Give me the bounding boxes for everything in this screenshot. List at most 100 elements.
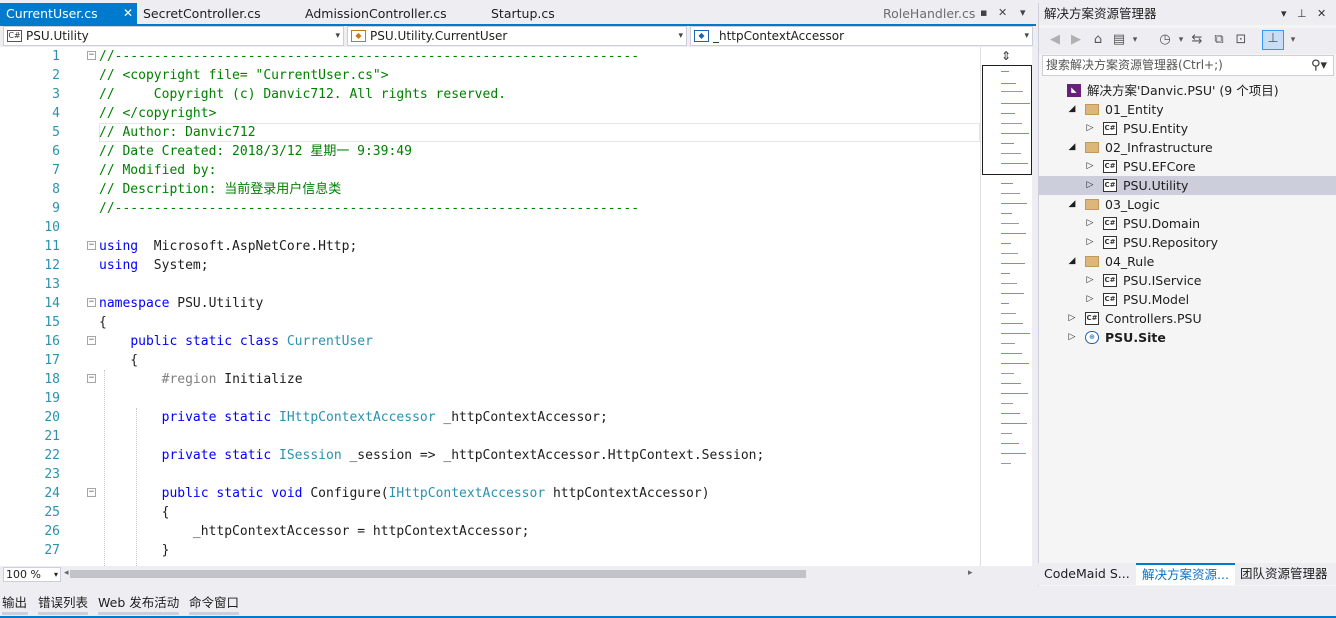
code-line[interactable]: 15 { <box>0 313 980 332</box>
code-line[interactable]: 27 } <box>0 541 980 560</box>
switch-views-icon[interactable]: ▤ <box>1111 32 1127 48</box>
chevron-down-icon[interactable]: ▾ <box>1285 32 1301 48</box>
code-line[interactable]: 18 − #region Initialize <box>0 370 980 389</box>
code-line[interactable]: 7 // Modified by: <box>0 161 980 180</box>
code-line[interactable]: 23 <box>0 465 980 484</box>
expand-icon[interactable]: ▷ <box>1085 157 1095 176</box>
pin-icon[interactable]: ▪ <box>980 6 987 19</box>
expand-icon[interactable]: ▷ <box>1085 214 1095 233</box>
collapse-region-icon[interactable]: − <box>87 241 96 250</box>
show-all-files-icon[interactable]: ⊡ <box>1233 32 1249 48</box>
expand-icon[interactable]: ▷ <box>1067 309 1077 328</box>
tree-node[interactable]: ▷ C# PSU.Model <box>1039 290 1336 309</box>
tab-team-explorer[interactable]: 团队资源管理器 <box>1234 563 1334 585</box>
project-dropdown[interactable]: C# PSU.Utility ▾ <box>3 26 344 46</box>
member-dropdown[interactable]: ◆ _httpContextAccessor ▾ <box>690 26 1033 46</box>
code-line[interactable]: 17 { <box>0 351 980 370</box>
zoom-dropdown[interactable]: 100 % ▾ <box>3 567 61 582</box>
tree-node[interactable]: ▷ C# Controllers.PSU <box>1039 309 1336 328</box>
collapse-icon[interactable]: ◢ <box>1067 100 1077 119</box>
tree-node[interactable]: ▷ C# PSU.Domain <box>1039 214 1336 233</box>
code-line[interactable]: 2 // <copyright file= "CurrentUser.cs"> <box>0 66 980 85</box>
chevron-down-icon[interactable]: ▾ <box>1127 32 1143 48</box>
tree-node[interactable]: ▷ ⊕ PSU.Site <box>1039 328 1336 347</box>
scroll-map-viewport[interactable] <box>982 65 1032 175</box>
code-line[interactable]: 6 // Date Created: 2018/3/12 星期一 9:39:49 <box>0 142 980 161</box>
code-line[interactable]: 11 − using Microsoft.AspNetCore.Http; <box>0 237 980 256</box>
search-icon[interactable]: ⚲▾ <box>1311 56 1327 75</box>
chevron-down-icon[interactable]: ▾ <box>1020 6 1026 19</box>
collapse-region-icon[interactable]: − <box>87 298 96 307</box>
expand-icon[interactable]: ▷ <box>1085 290 1095 309</box>
expand-icon[interactable]: ▷ <box>1067 328 1077 347</box>
code-line[interactable]: 14 − namespace PSU.Utility <box>0 294 980 313</box>
tree-node[interactable]: ◢ 03_Logic <box>1039 195 1336 214</box>
code-line[interactable]: 8 // Description: 当前登录用户信息类 <box>0 180 980 199</box>
tab-secretcontroller[interactable]: SecretController.cs <box>137 3 302 24</box>
code-editor[interactable]: 1−//------------------------------------… <box>0 47 980 566</box>
scroll-left-icon[interactable]: ◂ <box>64 568 69 578</box>
close-icon[interactable]: ✕ <box>123 3 133 24</box>
expand-icon[interactable]: ▷ <box>1085 271 1095 290</box>
tab-solution-explorer[interactable]: 解决方案资源... <box>1136 563 1235 585</box>
pending-changes-icon[interactable]: ◷ <box>1157 32 1173 48</box>
code-line[interactable]: 9 //-------------------------------------… <box>0 199 980 218</box>
split-window-icon[interactable]: ⇕ <box>1001 49 1011 63</box>
code-line[interactable]: 1 −//------------------------------------… <box>0 47 980 66</box>
code-line[interactable]: 5 // Author: Danvic712 <box>0 123 980 142</box>
expand-icon[interactable]: ▷ <box>1085 233 1095 252</box>
code-line[interactable]: 10 <box>0 218 980 237</box>
code-line[interactable]: 16 − public static class CurrentUser <box>0 332 980 351</box>
close-icon[interactable]: ✕ <box>998 6 1007 19</box>
expand-icon[interactable]: ▷ <box>1085 176 1095 195</box>
close-icon[interactable]: ✕ <box>1317 3 1326 25</box>
collapse-icon[interactable]: ◢ <box>1067 138 1077 157</box>
collapse-region-icon[interactable]: − <box>87 488 96 497</box>
solution-explorer-search-input[interactable]: 搜索解决方案资源管理器(Ctrl+;) ⚲▾ <box>1042 55 1334 76</box>
tab-web-publish[interactable]: Web 发布活动 <box>98 592 179 611</box>
tab-admissioncontroller[interactable]: AdmissionController.cs <box>299 3 484 24</box>
chevron-down-icon[interactable]: ▾ <box>1281 3 1287 25</box>
class-dropdown[interactable]: ◆ PSU.Utility.CurrentUser ▾ <box>347 26 687 46</box>
tree-node[interactable]: ◢ 01_Entity <box>1039 100 1336 119</box>
collapse-all-icon[interactable]: ⧉ <box>1211 32 1227 48</box>
tree-node[interactable]: ◢ 02_Infrastructure <box>1039 138 1336 157</box>
properties-icon[interactable]: ⊥ <box>1262 30 1284 50</box>
back-icon[interactable]: ◀ <box>1047 32 1063 48</box>
tree-node[interactable]: ▷ C# PSU.EFCore <box>1039 157 1336 176</box>
code-line[interactable]: 3 // Copyright (c) Danvic712. All rights … <box>0 85 980 104</box>
horizontal-scrollbar-thumb[interactable] <box>70 570 806 578</box>
expand-icon[interactable]: ▷ <box>1085 119 1095 138</box>
forward-icon[interactable]: ▶ <box>1068 32 1084 48</box>
pin-icon[interactable]: ⊥ <box>1297 3 1307 25</box>
collapse-icon[interactable]: ◢ <box>1067 252 1077 271</box>
home-icon[interactable]: ⌂ <box>1090 32 1106 48</box>
tree-node[interactable]: ▷ C# PSU.Repository <box>1039 233 1336 252</box>
code-line[interactable]: 12 using System; <box>0 256 980 275</box>
code-line[interactable]: 21 <box>0 427 980 446</box>
chevron-down-icon[interactable]: ▾ <box>1173 32 1189 48</box>
collapse-region-icon[interactable]: − <box>87 374 96 383</box>
tab-error-list[interactable]: 错误列表 <box>38 592 88 611</box>
code-line[interactable]: 25 { <box>0 503 980 522</box>
tab-currentuser[interactable]: CurrentUser.cs ✕ <box>0 3 137 24</box>
tab-command-window[interactable]: 命令窗口 <box>189 592 239 611</box>
scroll-right-icon[interactable]: ▸ <box>968 568 973 578</box>
vertical-scroll-map[interactable]: ⇕ <box>980 47 1032 566</box>
collapse-icon[interactable]: ◢ <box>1067 195 1077 214</box>
collapse-region-icon[interactable]: − <box>87 51 96 60</box>
tab-rolehandler[interactable]: RoleHandler.cs <box>877 3 977 24</box>
code-line[interactable]: 24 − public static void Configure(IHttpCo… <box>0 484 980 503</box>
tree-node[interactable]: ◢ 04_Rule <box>1039 252 1336 271</box>
tree-node[interactable]: ▷ C# PSU.Entity <box>1039 119 1336 138</box>
code-line[interactable]: 26 _httpContextAccessor = httpContextAcc… <box>0 522 980 541</box>
collapse-region-icon[interactable]: − <box>87 336 96 345</box>
code-line[interactable]: 4 // </copyright> <box>0 104 980 123</box>
tab-codemaid[interactable]: CodeMaid S... <box>1038 563 1136 585</box>
tab-startup[interactable]: Startup.cs <box>485 3 585 24</box>
code-line[interactable]: 19 <box>0 389 980 408</box>
tree-node[interactable]: ▷ C# PSU.IService <box>1039 271 1336 290</box>
code-line[interactable]: 22 private static ISession _session => _… <box>0 446 980 465</box>
code-line[interactable]: 20 private static IHttpContextAccessor _… <box>0 408 980 427</box>
code-line[interactable]: 13 <box>0 275 980 294</box>
